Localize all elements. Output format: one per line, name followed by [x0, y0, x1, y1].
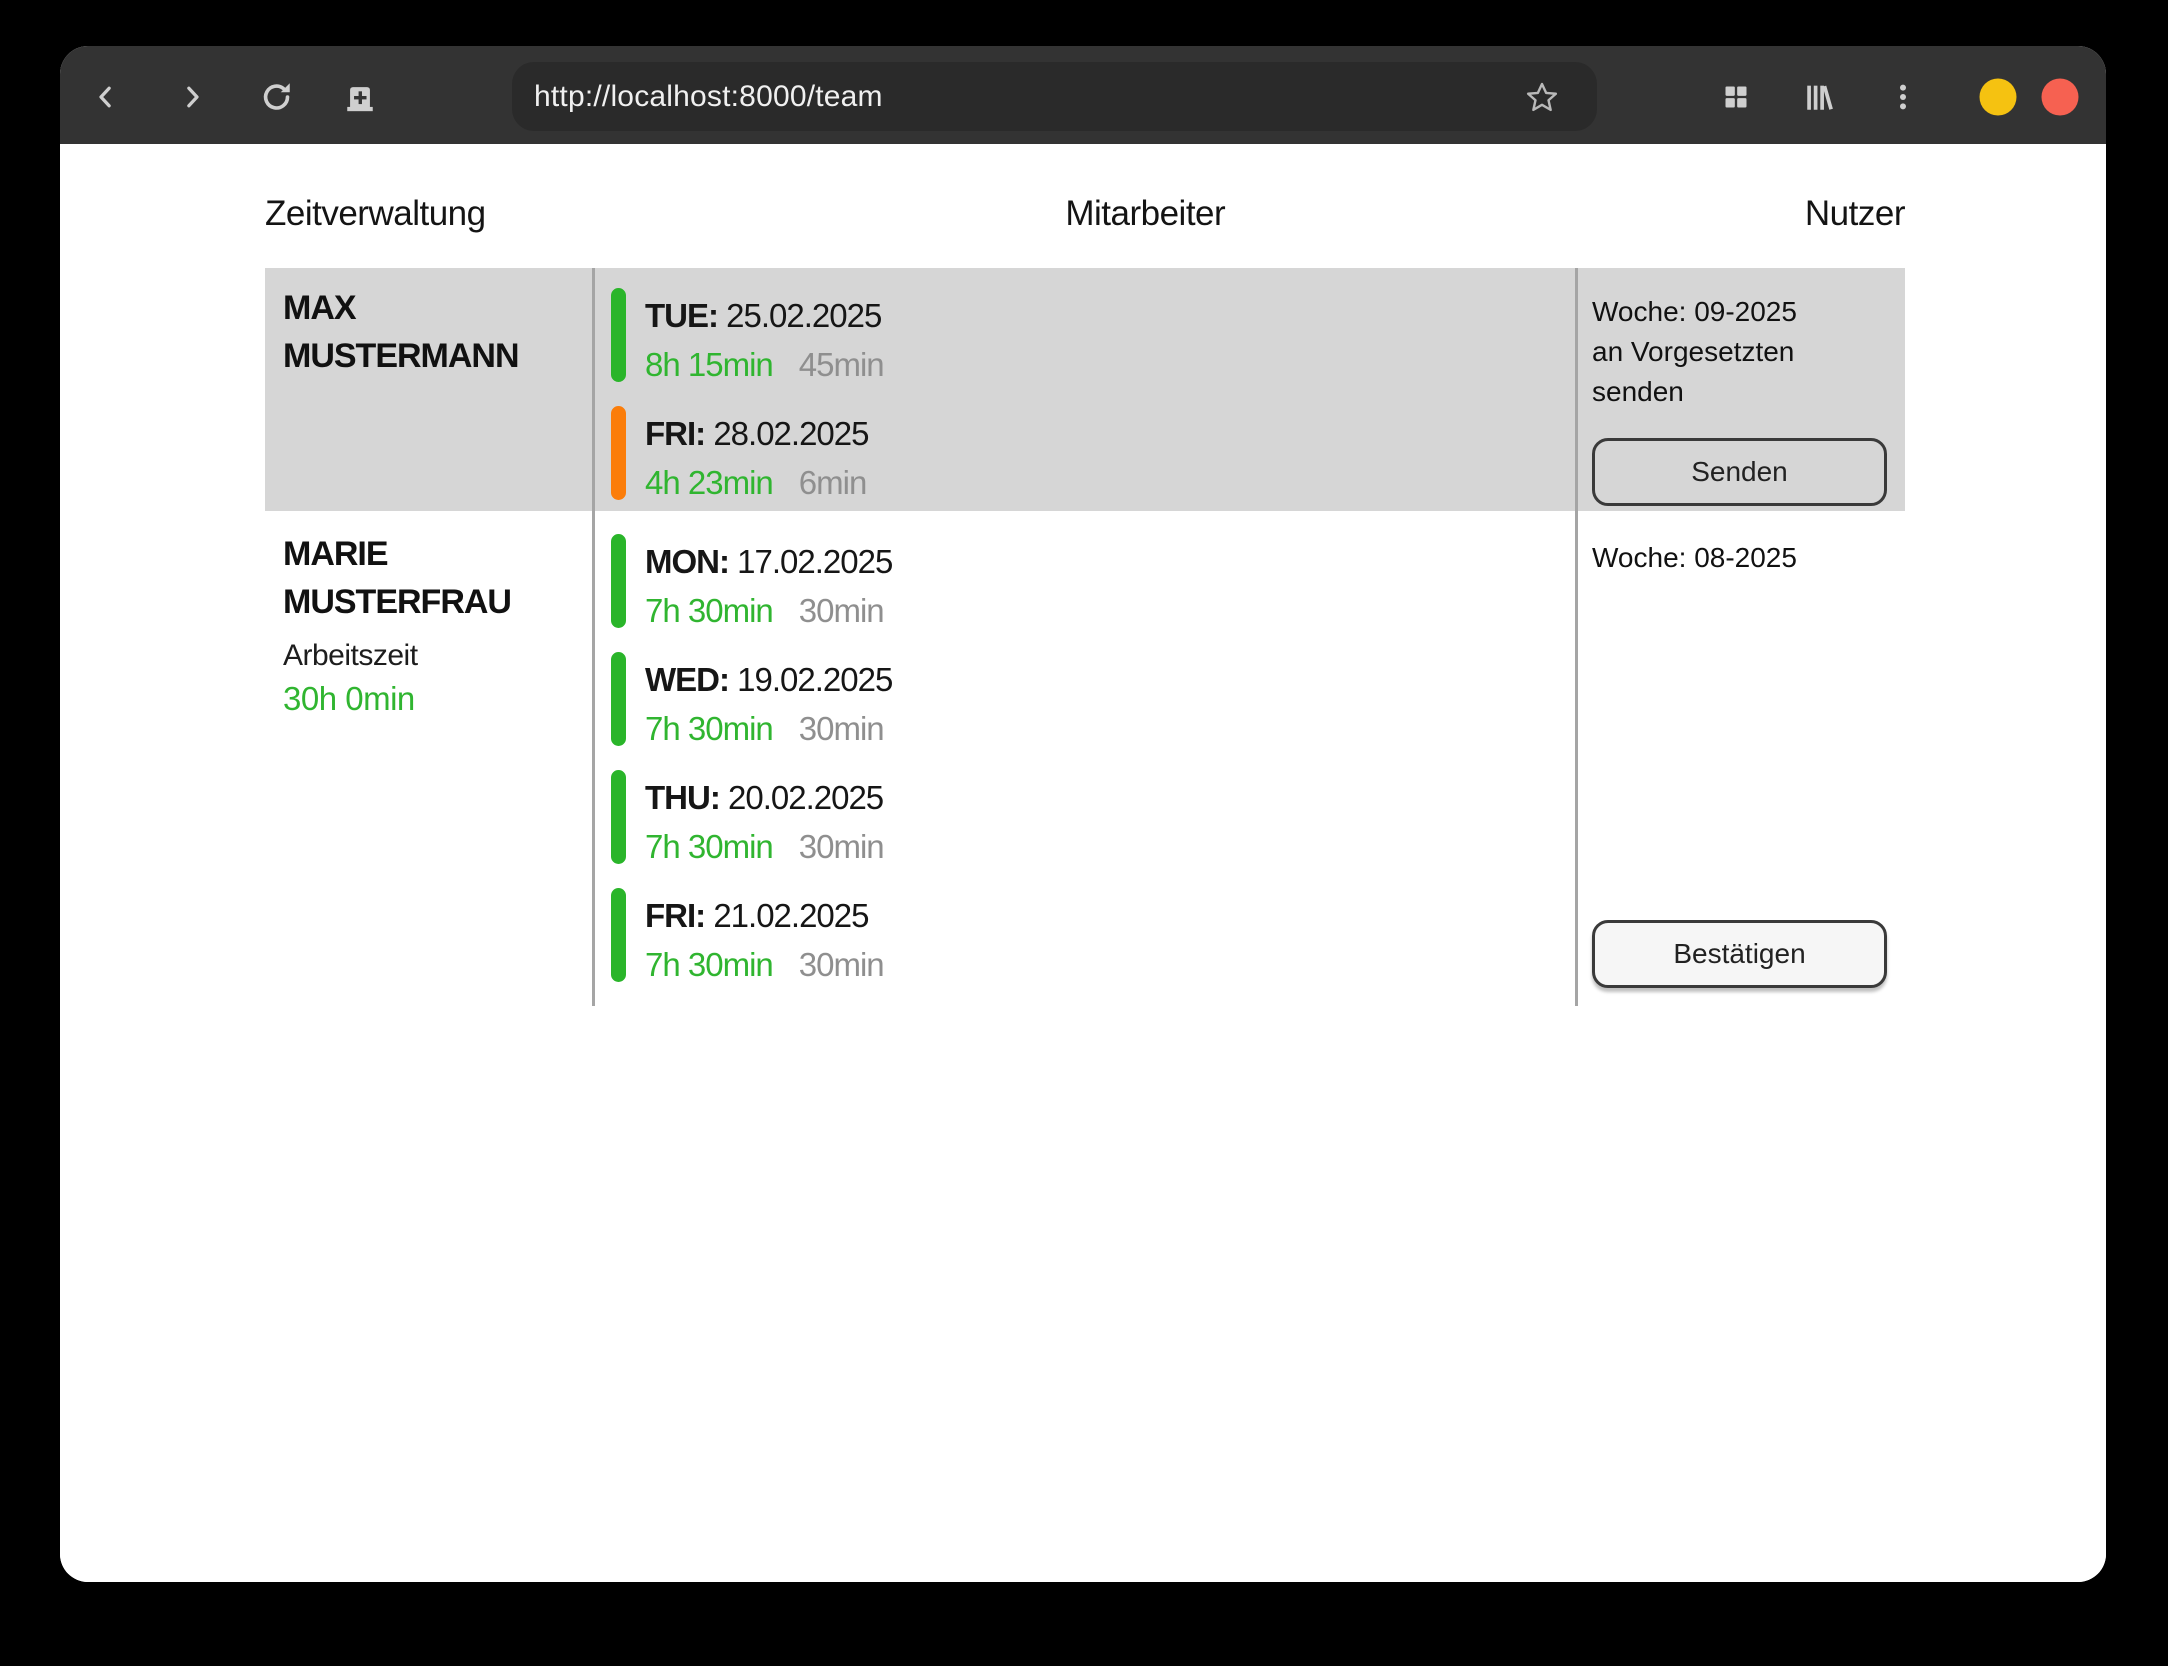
entry-pause-time: 30min [799, 946, 884, 983]
entry-worked-time: 7h 30min [645, 710, 773, 747]
page-content: Zeitverwaltung Mitarbeiter Nutzer MAX MU… [60, 144, 2106, 1582]
tab-overview-icon[interactable] [1722, 83, 1750, 111]
entry-date-line: FRI: 28.02.2025 [645, 409, 869, 458]
employee-name-cell: MARIE MUSTERFRAU Arbeitszeit 30h 0min [265, 514, 592, 1006]
senden-button[interactable]: Senden [1592, 438, 1887, 506]
worktime-label: Arbeitszeit [283, 636, 592, 676]
week-sublabel: an Vorgesetzten senden [1592, 332, 1837, 412]
entry-day: MON: [645, 543, 729, 580]
entry-date: 21.02.2025 [713, 897, 868, 934]
status-bar [611, 534, 626, 628]
entry-pause-time: 30min [799, 592, 884, 629]
entry-times-line: 7h 30min 30min [645, 940, 884, 989]
worktime-value: 30h 0min [283, 676, 592, 722]
entry-date: 25.02.2025 [726, 297, 881, 334]
status-bar [611, 888, 626, 982]
entry-date: 28.02.2025 [713, 415, 868, 452]
entry-day: WED: [645, 661, 729, 698]
time-entry: TUE: 25.02.2025 8h 15min 45min [611, 288, 1575, 389]
close-button[interactable] [2042, 79, 2079, 116]
entry-date-line: FRI: 21.02.2025 [645, 891, 884, 940]
table-row: MAX MUSTERMANN TUE: 25.02.2025 8h 15min 4… [265, 268, 1905, 511]
url-text[interactable]: http://localhost:8000/team [512, 80, 1597, 114]
menu-kebab-icon[interactable] [1890, 82, 1916, 112]
entry-date-line: WED: 19.02.2025 [645, 655, 892, 704]
employee-name-line: MARIE [283, 530, 592, 578]
entry-worked-time: 7h 30min [645, 946, 773, 983]
entry-pause-time: 6min [799, 464, 867, 501]
nav-item-mitarbeiter[interactable]: Mitarbeiter [1065, 194, 1225, 234]
entry-times-line: 7h 30min 30min [645, 586, 892, 635]
forward-icon[interactable] [177, 82, 207, 112]
minimize-button[interactable] [1980, 79, 2017, 116]
entry-day: THU: [645, 779, 720, 816]
browser-toolbar: http://localhost:8000/team [60, 46, 2106, 144]
entry-pause-time: 45min [799, 346, 884, 383]
status-bar [611, 770, 626, 864]
employee-name-line: MUSTERMANN [283, 332, 592, 380]
week-action-cell: Woche: 08-2025 Bestätigen [1578, 514, 1905, 1006]
entry-worked-time: 8h 15min [645, 346, 773, 383]
entry-date-line: THU: 20.02.2025 [645, 773, 884, 822]
browser-window: http://localhost:8000/team Zeitverwaltun… [60, 46, 2106, 1582]
time-entry: FRI: 28.02.2025 4h 23min 6min [611, 406, 1575, 507]
entry-day: FRI: [645, 415, 705, 452]
table-row: MARIE MUSTERFRAU Arbeitszeit 30h 0min MO… [265, 514, 1905, 980]
url-bar[interactable]: http://localhost:8000/team [512, 62, 1597, 131]
back-icon[interactable] [91, 82, 121, 112]
time-entry: MON: 17.02.2025 7h 30min 30min [611, 534, 1575, 635]
entry-times-line: 7h 30min 30min [645, 704, 892, 753]
entry-date: 19.02.2025 [737, 661, 892, 698]
bookmark-star-icon[interactable] [1525, 80, 1559, 114]
week-label: Woche: 08-2025 [1592, 538, 1887, 578]
status-bar [611, 652, 626, 746]
entry-times-line: 7h 30min 30min [645, 822, 884, 871]
library-icon[interactable] [1803, 80, 1837, 114]
entry-pause-time: 30min [799, 710, 884, 747]
time-entry: FRI: 21.02.2025 7h 30min 30min [611, 888, 1575, 989]
screenshot-root: { "browser": { "url": "http://localhost:… [0, 0, 2168, 1666]
entry-day: FRI: [645, 897, 705, 934]
main-nav: Zeitverwaltung Mitarbeiter Nutzer [265, 194, 1905, 234]
time-entries-cell: TUE: 25.02.2025 8h 15min 45min FRI: 28.02… [592, 268, 1578, 524]
entry-date: 20.02.2025 [728, 779, 883, 816]
entry-worked-time: 7h 30min [645, 592, 773, 629]
entry-date-line: TUE: 25.02.2025 [645, 291, 884, 340]
status-bar [611, 406, 626, 500]
entry-times-line: 8h 15min 45min [645, 340, 884, 389]
week-action-cell: Woche: 09-2025 an Vorgesetzten senden Se… [1578, 268, 1905, 524]
status-bar [611, 288, 626, 382]
entry-day: TUE: [645, 297, 718, 334]
entry-date: 17.02.2025 [737, 543, 892, 580]
time-entries-cell: MON: 17.02.2025 7h 30min 30min WED: 19.02… [592, 514, 1578, 1006]
new-tab-icon[interactable] [343, 80, 377, 114]
entry-worked-time: 7h 30min [645, 828, 773, 865]
reload-icon[interactable] [259, 79, 295, 115]
employee-name-line: MUSTERFRAU [283, 578, 592, 626]
entry-date-line: MON: 17.02.2025 [645, 537, 892, 586]
employee-table: MAX MUSTERMANN TUE: 25.02.2025 8h 15min 4… [265, 268, 1905, 980]
time-entry: WED: 19.02.2025 7h 30min 30min [611, 652, 1575, 753]
entry-pause-time: 30min [799, 828, 884, 865]
employee-name-line: MAX [283, 284, 592, 332]
week-label: Woche: 09-2025 [1592, 292, 1887, 332]
entry-times-line: 4h 23min 6min [645, 458, 869, 507]
entry-worked-time: 4h 23min [645, 464, 773, 501]
employee-name-cell: MAX MUSTERMANN [265, 268, 592, 524]
nav-item-nutzer[interactable]: Nutzer [1805, 194, 1905, 234]
bestaetigen-button[interactable]: Bestätigen [1592, 920, 1887, 988]
nav-item-zeitverwaltung[interactable]: Zeitverwaltung [265, 194, 486, 234]
time-entry: THU: 20.02.2025 7h 30min 30min [611, 770, 1575, 871]
